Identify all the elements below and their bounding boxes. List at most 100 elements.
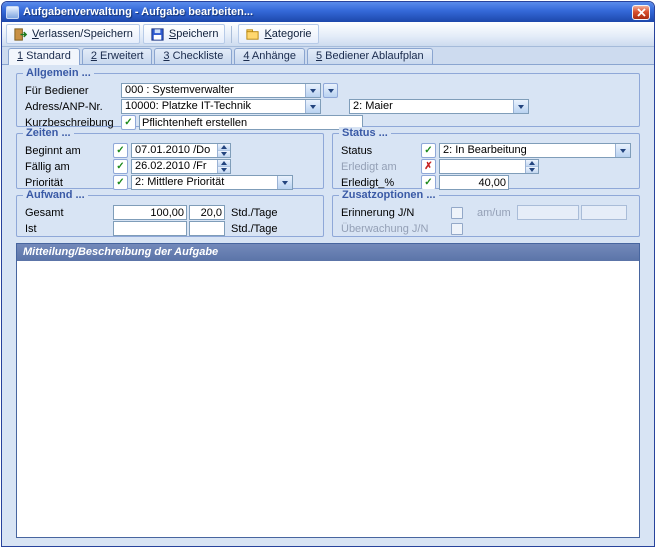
spin-down-icon[interactable] (218, 167, 230, 173)
tab-strip: 1 Standard 2 Erweitert 3 Checkliste 4 An… (2, 47, 654, 65)
spin-up-icon[interactable] (218, 144, 230, 151)
erledigt-am-label: Erledigt am (341, 161, 421, 173)
erledigt-am-spinner (525, 160, 538, 173)
kurzbeschreibung-row: Kurzbeschreibung (25, 115, 633, 130)
status-row: Status 2: In Bearbeitung (341, 143, 633, 158)
tab-checkliste[interactable]: 3 Checkliste (154, 48, 232, 64)
prioritaet-confirm-button[interactable] (113, 175, 128, 190)
kurzbeschreibung-input[interactable] (139, 115, 363, 130)
category-label: Kategorie (264, 28, 311, 40)
group-aufwand: Aufwand ... Gesamt Std./Tage Ist Std./Ta… (16, 195, 324, 237)
chevron-down-icon (282, 181, 288, 185)
fuer-bediener-lookup-button[interactable] (323, 83, 338, 98)
app-icon (6, 6, 19, 19)
close-icon (637, 8, 646, 17)
tab-checkliste-label: 3 Checkliste (163, 50, 223, 62)
ansprechpartner-combo[interactable]: 2: Maier (349, 99, 529, 114)
erinnerung-datum-input (517, 205, 579, 220)
fuer-bediener-dropdown-button[interactable] (305, 84, 320, 97)
erledigt-prozent-confirm-button[interactable] (421, 175, 436, 190)
spin-up-icon[interactable] (526, 160, 538, 167)
beginnt-am-row: Beginnt am 07.01.2010 /Do (25, 143, 317, 158)
ansprechpartner-dropdown-button[interactable] (513, 100, 528, 113)
status-confirm-button[interactable] (421, 143, 436, 158)
tab-anhaenge-label: 4 Anhänge (243, 50, 296, 62)
amum-label: am/um (477, 207, 517, 219)
gesamt-stunden-input[interactable] (113, 205, 187, 220)
spin-down-icon[interactable] (526, 167, 538, 173)
spin-up-icon[interactable] (218, 160, 230, 167)
adress-combo[interactable]: 10000: Platzke IT-Technik (121, 99, 321, 114)
gesamt-unit-label: Std./Tage (231, 207, 277, 219)
tab-bediener-ablaufplan-label: 5 Bediener Ablaufplan (316, 50, 424, 62)
prioritaet-combo[interactable]: 2: Mittlere Priorität (131, 175, 293, 190)
erledigt-am-date-field[interactable] (439, 159, 539, 174)
group-zeiten: Zeiten ... Beginnt am 07.01.2010 /Do Fäl… (16, 133, 324, 189)
tab-content-standard: Allgemein ... Für Bediener 000 : Systemv… (2, 65, 654, 546)
adress-dropdown-button[interactable] (305, 100, 320, 113)
close-button[interactable] (632, 5, 650, 20)
chevron-down-icon (518, 105, 524, 109)
prioritaet-value: 2: Mittlere Priorität (132, 176, 277, 189)
tab-erweitert-label: 2 Erweitert (91, 50, 144, 62)
erledigt-prozent-input[interactable] (439, 175, 509, 190)
faellig-am-date-field[interactable]: 26.02.2010 /Fr (131, 159, 231, 174)
beginnt-am-date-field[interactable]: 07.01.2010 /Do (131, 143, 231, 158)
erinnerung-uhrzeit-input (581, 205, 627, 220)
prioritaet-row: Priorität 2: Mittlere Priorität (25, 175, 317, 190)
ansprechpartner-value: 2: Maier (350, 100, 513, 113)
gesamt-label: Gesamt (25, 207, 113, 219)
spin-down-icon[interactable] (218, 151, 230, 157)
fuer-bediener-combo[interactable]: 000 : Systemverwalter (121, 83, 321, 98)
gesamt-tage-input[interactable] (189, 205, 225, 220)
tab-bediener-ablaufplan[interactable]: 5 Bediener Ablaufplan (307, 48, 433, 64)
gesamt-row: Gesamt Std./Tage (25, 205, 317, 220)
tab-anhaenge[interactable]: 4 Anhänge (234, 48, 305, 64)
ist-stunden-input[interactable] (113, 221, 187, 236)
message-textarea[interactable] (17, 261, 639, 537)
adress-row: Adress/ANP-Nr. 10000: Platzke IT-Technik… (25, 99, 633, 114)
status-label: Status (341, 145, 421, 157)
beginnt-am-label: Beginnt am (25, 145, 113, 157)
ueberwachung-checkbox[interactable] (451, 223, 463, 235)
message-header: Mitteilung/Beschreibung der Aufgabe (17, 244, 639, 261)
toolbar-separator (231, 26, 232, 43)
ist-row: Ist Std./Tage (25, 221, 317, 236)
status-value: 2: In Bearbeitung (440, 144, 615, 157)
faellig-am-confirm-button[interactable] (113, 159, 128, 174)
category-folder-icon (245, 27, 260, 42)
adress-label: Adress/ANP-Nr. (25, 101, 121, 113)
prioritaet-dropdown-button[interactable] (277, 176, 292, 189)
leave-save-label: Verlassen/Speichern (32, 28, 133, 40)
tab-standard-label: 1 Standard (17, 50, 71, 62)
faellig-am-spinner (217, 160, 230, 173)
group-allgemein: Allgemein ... Für Bediener 000 : Systemv… (16, 73, 640, 127)
ueberwachung-row: Überwachung J/N (341, 221, 633, 236)
leave-save-button[interactable]: Verlassen/Speichern (6, 24, 140, 44)
save-button[interactable]: Speichern (143, 24, 226, 44)
ueberwachung-label: Überwachung J/N (341, 223, 451, 235)
erledigt-am-row: Erledigt am (341, 159, 633, 174)
tab-standard[interactable]: 1 Standard (8, 48, 80, 65)
status-dropdown-button[interactable] (615, 144, 630, 157)
status-combo[interactable]: 2: In Bearbeitung (439, 143, 631, 158)
save-floppy-icon (150, 27, 165, 42)
chevron-down-icon (310, 89, 316, 93)
beginnt-am-confirm-button[interactable] (113, 143, 128, 158)
kurzbeschreibung-confirm-button[interactable] (121, 115, 136, 130)
exit-door-icon (13, 27, 28, 42)
erinnerung-label: Erinnerung J/N (341, 207, 451, 219)
erledigt-am-clear-button[interactable] (421, 159, 436, 174)
faellig-am-row: Fällig am 26.02.2010 /Fr (25, 159, 317, 174)
ist-tage-input[interactable] (189, 221, 225, 236)
category-button[interactable]: Kategorie (238, 24, 318, 44)
erinnerung-checkbox[interactable] (451, 207, 463, 219)
group-aufwand-title: Aufwand ... (23, 189, 88, 201)
erledigt-prozent-row: Erledigt_% (341, 175, 633, 190)
group-allgemein-title: Allgemein ... (23, 67, 94, 79)
chevron-down-icon (620, 149, 626, 153)
toolbar: Verlassen/Speichern Speichern Kategorie (2, 22, 654, 47)
group-zeiten-title: Zeiten ... (23, 127, 74, 139)
fuer-bediener-value: 000 : Systemverwalter (122, 84, 305, 97)
tab-erweitert[interactable]: 2 Erweitert (82, 48, 153, 64)
